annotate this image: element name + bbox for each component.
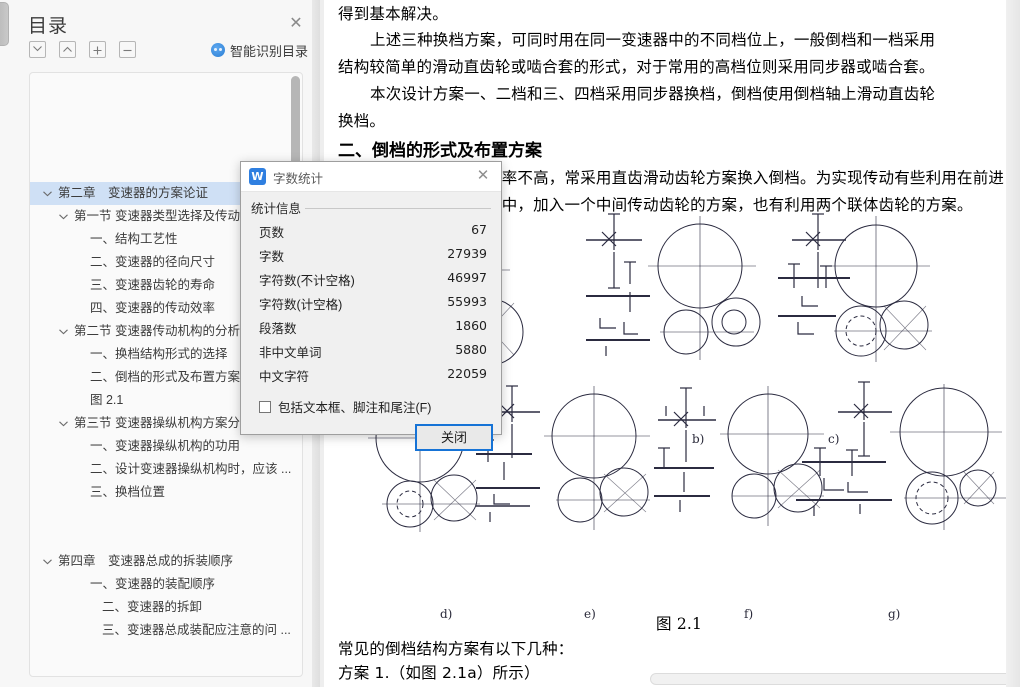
- statistic-label: 字符数(不计空格): [259, 274, 355, 288]
- statistic-label: 段落数: [259, 322, 297, 336]
- toc-item[interactable]: 三、变速器总成装配应注意的问 ...: [30, 619, 302, 642]
- statistic-label: 字数: [259, 250, 285, 264]
- document-horizontal-scrollbar-track[interactable]: [650, 673, 1020, 685]
- statistics-group-label: 统计信息: [251, 198, 306, 217]
- toc-item-label: 一、结构工艺性: [90, 232, 178, 246]
- figure-sublabel: d): [440, 607, 453, 621]
- toc-item[interactable]: 一、变速器操纵机构的功用: [30, 435, 302, 458]
- document-paragraph-line: 方案 1.（如图 2.1a）所示）: [338, 664, 540, 682]
- statistic-row: 字数 27939: [241, 246, 501, 266]
- word-count-dialog: W 字数统计 ✕ 统计信息 页数 67 字数 27939 字符数(不计空格) 46997 字…: [240, 161, 502, 451]
- panel-drag-handle[interactable]: [0, 2, 9, 46]
- toc-item-label: 第二节 变速器传动机构的分析: [74, 324, 240, 338]
- document-paragraph-line: 结构较简单的滑动直齿轮或啮合套的形式，对于常用的高档位则采用同步器或啮合套。: [338, 58, 935, 76]
- chevron-down-icon[interactable]: [29, 41, 46, 58]
- chevron-up-icon[interactable]: [59, 41, 76, 58]
- toc-item-label: 一、变速器操纵机构的功用: [90, 439, 241, 453]
- document-paragraph-line: 常见的倒档结构方案有以下几种：: [338, 640, 574, 658]
- chevron-down-icon[interactable]: [58, 320, 70, 343]
- toc-item[interactable]: [30, 527, 302, 550]
- dialog-title: 字数统计: [273, 172, 324, 186]
- document-paragraph-line: 本次设计方案一、二档和三、四档采用同步器换档，倒档使用倒档轴上滑动直齿轮: [370, 85, 936, 103]
- document-paragraph-line: 换档。: [338, 112, 386, 130]
- toc-item-label: 四、变速器的传动效率: [90, 301, 216, 315]
- smart-recognize-toc-label: 智能识别目录: [229, 43, 308, 59]
- toc-item-label: 第一节 变速器类型选择及传动方案: [74, 209, 265, 223]
- toc-item-label: 三、变速器齿轮的寿命: [90, 278, 216, 292]
- document-paragraph-line: 上述三种换档方案，可同时用在同一变速器中的不同档位上，一般倒档和一档采用: [370, 31, 936, 49]
- statistic-label: 字符数(计空格): [259, 298, 343, 312]
- chevron-down-icon[interactable]: [42, 182, 54, 205]
- statistic-row: 段落数 1860: [241, 318, 501, 338]
- toc-item[interactable]: 二、变速器的拆卸: [30, 596, 302, 619]
- toc-item-label: 二、变速器的径向尺寸: [90, 255, 216, 269]
- close-icon[interactable]: ✕: [473, 166, 493, 186]
- smart-recognize-toc-button[interactable]: 智能识别目录: [210, 40, 308, 60]
- statistic-label: 非中文单词: [259, 346, 322, 360]
- document-vertical-scrollbar[interactable]: [1006, 0, 1020, 687]
- document-heading: 二、倒档的形式及布置方案: [338, 141, 542, 161]
- statistic-value: 27939: [447, 246, 487, 261]
- wps-app-icon: W: [249, 168, 266, 185]
- statistic-row: 字符数(计空格) 55993: [241, 294, 501, 314]
- toc-item-label: 第四章 变速器总成的拆装顺序: [58, 554, 234, 568]
- chevron-down-icon[interactable]: [58, 412, 70, 435]
- document-paragraph-line: 得到基本解决。: [338, 5, 448, 23]
- dialog-titlebar[interactable]: W 字数统计 ✕: [241, 162, 501, 192]
- statistic-label: 页数: [259, 226, 285, 240]
- toc-header: 目录 ✕: [11, 8, 320, 40]
- document-paragraph-line: 线中，加入一个中间传动齿轮的方案，也有利用两个联体齿轮的方案。: [486, 196, 973, 214]
- document-horizontal-scrollbar[interactable]: [648, 672, 1020, 687]
- figure-sublabel: f): [744, 607, 754, 621]
- chevron-down-icon[interactable]: [58, 205, 70, 228]
- toc-item-label: 三、变速器总成装配应注意的问 ...: [102, 623, 291, 637]
- statistic-value: 46997: [447, 270, 487, 285]
- chevron-down-icon[interactable]: [42, 550, 54, 573]
- toc-item[interactable]: 二、设计变速器操纵机构时，应该 ...: [30, 458, 302, 481]
- toc-item-label: 二、倒档的形式及布置方案: [90, 370, 241, 384]
- figure-sublabel: b): [692, 432, 705, 446]
- statistic-row: 页数 67: [241, 222, 501, 242]
- figure-sublabel: g): [888, 607, 901, 621]
- toc-item-label: 第三节 变速器操纵机构方案分析: [74, 416, 253, 430]
- statistic-label: 中文字符: [259, 370, 310, 384]
- statistic-row: 中文字符 22059: [241, 366, 501, 386]
- plus-icon[interactable]: [89, 41, 106, 58]
- minus-icon[interactable]: [119, 41, 136, 58]
- toc-item[interactable]: 三、换档位置: [30, 481, 302, 504]
- document-paragraph-line: 用率不高，常采用直齿滑动齿轮方案换入倒档。为实现传动有些利用在前进: [486, 169, 1005, 187]
- toc-item-label: 图 2.1: [90, 393, 124, 407]
- toc-item-label: 二、设计变速器操纵机构时，应该 ...: [90, 462, 292, 476]
- dialog-body: 统计信息 页数 67 字数 27939 字符数(不计空格) 46997 字符数(计空格) 55…: [241, 192, 501, 451]
- include-textboxes-checkbox[interactable]: 包括文本框、脚注和尾注(F): [259, 397, 431, 416]
- toc-title: 目录: [28, 16, 69, 37]
- checkbox-label: 包括文本框、脚注和尾注(F): [278, 401, 432, 415]
- statistic-row: 字符数(不计空格) 46997: [241, 270, 501, 290]
- smart-ai-icon: [210, 43, 225, 57]
- statistic-value: 1860: [455, 318, 487, 333]
- toc-toolbar: 智能识别目录: [11, 41, 320, 65]
- close-button[interactable]: 关闭: [415, 424, 493, 451]
- figure-caption: 图 2.1: [656, 615, 703, 633]
- toc-item[interactable]: 一、变速器的装配顺序: [30, 573, 302, 596]
- toc-item-label: 一、换档结构形式的选择: [90, 347, 228, 361]
- toc-item-label: 一、变速器的装配顺序: [90, 577, 216, 591]
- figure-sublabel: e): [584, 607, 596, 621]
- statistic-row: 非中文单词 5880: [241, 342, 501, 362]
- app-window: 目录 ✕ 智能识别目录 第二章 变速器的方案论证第一节 变速器类型选择及传动方案…: [0, 0, 1020, 687]
- statistic-value: 55993: [447, 294, 487, 309]
- close-icon[interactable]: ✕: [286, 14, 306, 34]
- statistic-value: 67: [471, 222, 487, 237]
- toc-item[interactable]: 第四章 变速器总成的拆装顺序: [30, 550, 302, 573]
- statistic-value: 22059: [447, 366, 487, 381]
- toc-item-label: 三、换档位置: [90, 485, 166, 499]
- statistic-value: 5880: [455, 342, 487, 357]
- toc-item-label: 第二章 变速器的方案论证: [58, 186, 209, 200]
- checkbox-box[interactable]: [259, 400, 271, 413]
- toc-item-label: 二、变速器的拆卸: [102, 600, 203, 614]
- figure-sublabel: c): [828, 432, 840, 446]
- toc-item[interactable]: [30, 504, 302, 527]
